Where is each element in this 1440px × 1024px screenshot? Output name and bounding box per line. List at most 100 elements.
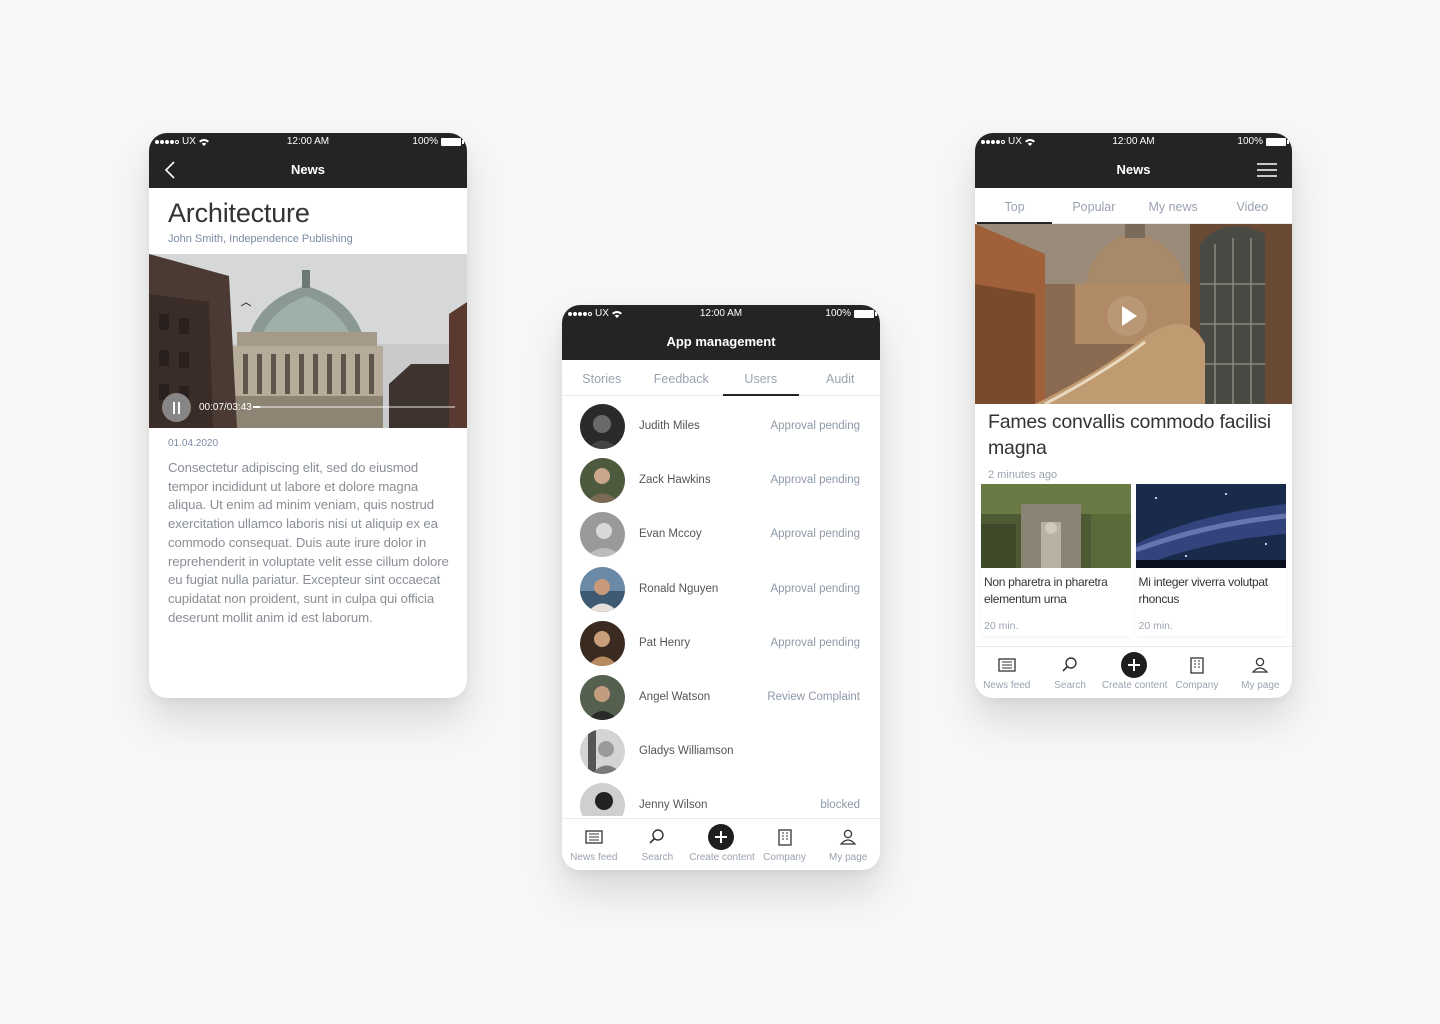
nav-news-feed[interactable]: News feed — [975, 647, 1038, 698]
tab-stories[interactable]: Stories — [562, 360, 642, 395]
tab-users[interactable]: Users — [721, 360, 801, 396]
card-timestamp: 20 min. — [1138, 620, 1173, 632]
nav-label: Create content — [689, 852, 755, 863]
bottom-nav: News feed Search Create content Company … — [975, 646, 1292, 698]
nav-label: My page — [1241, 680, 1280, 691]
nav-bar: News — [149, 151, 467, 188]
nav-news-feed[interactable]: News feed — [562, 819, 626, 870]
video-progress-fill — [253, 406, 261, 408]
list-item[interactable]: Evan Mccoy Approval pending — [562, 504, 880, 558]
menu-icon[interactable] — [1256, 162, 1278, 178]
user-name: Gladys Williamson — [639, 745, 734, 758]
user-name: Evan Mccoy — [639, 528, 702, 541]
list-item[interactable]: Zack Hawkins Approval pending — [562, 450, 880, 504]
news-card[interactable]: Mi integer viverra volutpat rhoncus 20 m… — [1135, 484, 1286, 636]
search-icon — [649, 829, 665, 844]
nav-company[interactable]: Company — [753, 819, 817, 870]
news-phone: UX 12:00 AM 100% News Top Popular My new… — [975, 133, 1292, 698]
nav-search[interactable]: Search — [1038, 647, 1101, 698]
battery-label: 100% — [412, 136, 438, 147]
newspaper-icon — [585, 830, 603, 844]
video-timestamp: 00:07/03:43 — [199, 402, 252, 413]
list-item[interactable]: Pat Henry Approval pending — [562, 613, 880, 667]
nav-title: News — [1116, 162, 1151, 177]
list-item[interactable]: Jenny Wilson blocked — [562, 775, 880, 816]
avatar — [580, 512, 625, 558]
users-phone: UX 12:00 AM 100% App management Stories … — [562, 305, 880, 870]
tab-audit[interactable]: Audit — [801, 360, 881, 395]
user-name: Jenny Wilson — [639, 799, 708, 812]
user-name: Ronald Nguyen — [639, 582, 719, 595]
status-bar: UX 12:00 AM 100% — [975, 133, 1292, 151]
nav-create-content[interactable]: Create content — [689, 819, 755, 870]
card-image — [981, 484, 1131, 568]
user-status: Approval pending — [770, 474, 860, 487]
search-icon — [1062, 657, 1077, 672]
nav-bar: App management — [562, 323, 880, 360]
nav-label: Company — [1175, 680, 1219, 691]
building-icon — [777, 829, 792, 846]
building-icon — [1190, 657, 1204, 674]
avatar — [580, 458, 625, 504]
nav-create-content[interactable]: Create content — [1101, 647, 1168, 698]
user-name: Angel Watson — [639, 690, 711, 703]
list-item[interactable]: Ronald Nguyen Approval pending — [562, 559, 880, 613]
bottom-nav: News feed Search Create content Company … — [562, 818, 880, 870]
tab-video[interactable]: Video — [1213, 188, 1292, 223]
nav-title: App management — [666, 334, 776, 349]
article-header: Architecture John Smith, Independence Pu… — [149, 188, 467, 254]
avatar — [580, 783, 625, 816]
status-bar: UX 12:00 AM 100% — [149, 133, 467, 151]
hero-title[interactable]: Fames convallis commodo facilisi magna — [975, 404, 1292, 461]
avatar — [580, 674, 625, 720]
nav-company[interactable]: Company — [1165, 647, 1228, 698]
user-name: Zack Hawkins — [639, 474, 711, 487]
avatar — [580, 566, 625, 612]
battery-label: 100% — [825, 308, 851, 319]
nav-label: News feed — [983, 680, 1031, 691]
article-date: 01.04.2020 — [168, 438, 219, 449]
user-status: Approval pending — [770, 636, 860, 649]
user-name: Pat Henry — [639, 636, 691, 649]
nav-label: News feed — [570, 852, 618, 863]
pause-button[interactable] — [162, 393, 191, 422]
nav-my-page[interactable]: My page — [1229, 647, 1292, 698]
user-name: Judith Miles — [639, 420, 700, 432]
nav-my-page[interactable]: My page — [816, 819, 880, 870]
user-list: Judith Miles Approval pending Zack Hawki… — [562, 396, 880, 816]
hero-video[interactable] — [975, 224, 1292, 404]
list-item[interactable]: Judith Miles Approval pending — [562, 396, 880, 450]
list-item[interactable]: Gladys Williamson — [562, 721, 880, 775]
battery-icon — [1266, 137, 1289, 146]
user-status: Approval pending — [770, 528, 860, 541]
avatar — [580, 404, 625, 449]
user-status: blocked — [820, 799, 860, 812]
news-tabs: Top Popular My news Video — [975, 188, 1292, 224]
user-status: Approval pending — [770, 420, 860, 432]
nav-search[interactable]: Search — [626, 819, 690, 870]
list-item[interactable]: Angel Watson Review Complaint — [562, 667, 880, 721]
cathedral-image — [149, 254, 467, 428]
video-progress-bar[interactable] — [253, 406, 455, 408]
nav-label: Company — [763, 852, 806, 863]
tab-popular[interactable]: Popular — [1054, 188, 1133, 223]
user-icon — [839, 829, 857, 845]
card-timestamp: 20 min. — [984, 620, 1019, 632]
avatar — [580, 729, 625, 775]
battery-label: 100% — [1237, 136, 1263, 147]
user-status: Approval pending — [770, 582, 860, 595]
tab-top[interactable]: Top — [975, 188, 1054, 224]
tab-my-news[interactable]: My news — [1134, 188, 1213, 223]
video-player[interactable]: 00:07/03:43 — [149, 254, 467, 428]
tab-feedback[interactable]: Feedback — [642, 360, 722, 395]
status-bar: UX 12:00 AM 100% — [562, 305, 880, 323]
news-card[interactable]: Non pharetra in pharetra elementum urna … — [981, 484, 1132, 636]
plus-icon — [707, 824, 734, 850]
nav-label: Create content — [1101, 680, 1168, 691]
card-image — [1135, 484, 1286, 568]
article-phone: UX 12:00 AM 100% News Architecture John … — [149, 133, 467, 698]
management-tabs: Stories Feedback Users Audit — [562, 360, 880, 396]
play-button[interactable] — [1107, 296, 1147, 336]
news-cards: Non pharetra in pharetra elementum urna … — [981, 484, 1286, 636]
battery-icon — [854, 309, 877, 318]
